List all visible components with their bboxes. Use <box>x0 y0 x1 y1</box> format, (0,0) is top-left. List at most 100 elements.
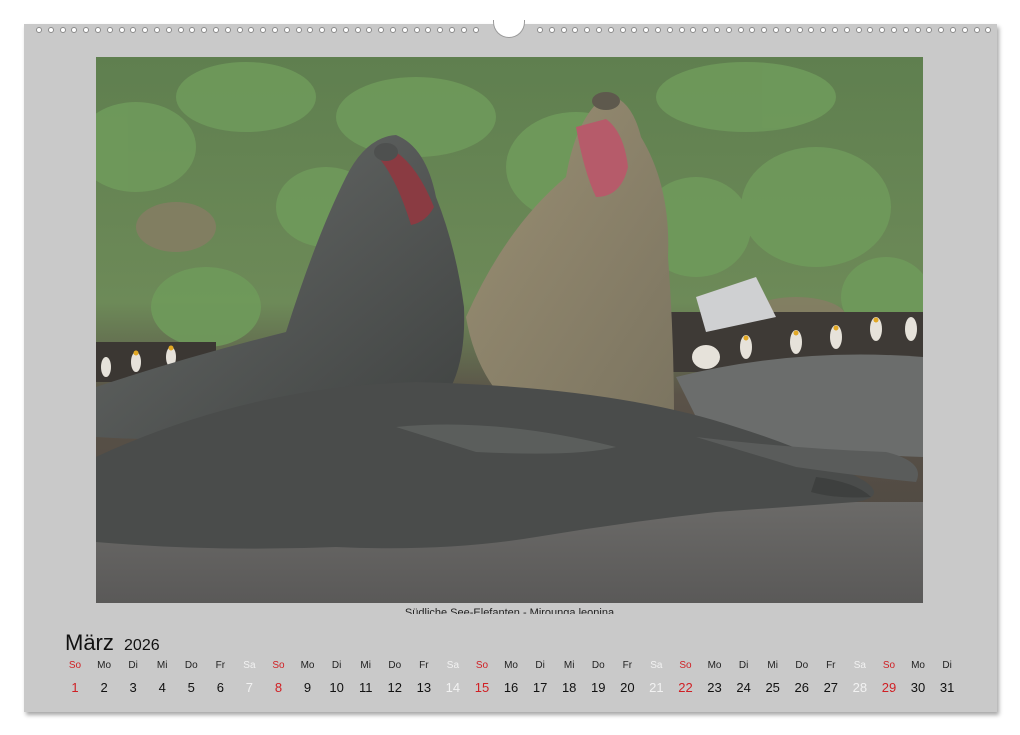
binding-hole <box>119 27 125 33</box>
day-number: 18 <box>554 680 584 695</box>
day-number: 14 <box>438 680 468 695</box>
binding-hole <box>189 27 195 33</box>
weekday-label: So <box>467 660 497 671</box>
binding-hole <box>537 27 543 33</box>
weekday-label: Mo <box>293 660 323 671</box>
elephant-seals-photo <box>96 57 923 603</box>
binding-hole <box>414 27 420 33</box>
day-number: 10 <box>322 680 352 695</box>
day-number: 31 <box>932 680 962 695</box>
binding-hole <box>60 27 66 33</box>
weekday-label: Fr <box>409 660 439 671</box>
binding-hole <box>726 27 732 33</box>
weekday-label: Sa <box>234 660 264 671</box>
binding-hole <box>319 27 325 33</box>
weekday-label: So <box>670 660 700 671</box>
day-number: 12 <box>380 680 410 695</box>
binding-hole <box>974 27 980 33</box>
weekday-label: Fr <box>816 660 846 671</box>
binding-hole <box>643 27 649 33</box>
binding-hole <box>702 27 708 33</box>
weekday-label: Mi <box>351 660 381 671</box>
weekday-label: Mo <box>496 660 526 671</box>
weekday-label: Do <box>380 660 410 671</box>
binding-hole <box>166 27 172 33</box>
day-number: 8 <box>263 680 293 695</box>
binding-hole <box>449 27 455 33</box>
binding-hole <box>667 27 673 33</box>
weekday-label: Mi <box>147 660 177 671</box>
binding-hole <box>867 27 873 33</box>
binding-hole <box>331 27 337 33</box>
binding-hole <box>950 27 956 33</box>
weekday-label: So <box>263 660 293 671</box>
photo-caption: Südliche See-Elefanten - Mirounga leonin… <box>96 604 923 614</box>
weekday-label: Sa <box>845 660 875 671</box>
day-number: 16 <box>496 680 526 695</box>
weekday-label: Di <box>729 660 759 671</box>
day-number: 28 <box>845 680 875 695</box>
binding-hole <box>879 27 885 33</box>
binding-hole <box>985 27 991 33</box>
binding-hole <box>355 27 361 33</box>
binding-hole <box>307 27 313 33</box>
binding-hole <box>425 27 431 33</box>
binding-hole <box>655 27 661 33</box>
binding-hole <box>962 27 968 33</box>
binding-hole <box>785 27 791 33</box>
binding-hole <box>130 27 136 33</box>
weekday-label: So <box>60 660 90 671</box>
binding-hole <box>820 27 826 33</box>
weekday-label: Fr <box>612 660 642 671</box>
binding-hole <box>402 27 408 33</box>
binding-hole <box>154 27 160 33</box>
weekday-label: Do <box>787 660 817 671</box>
binding-hole <box>679 27 685 33</box>
binding-hole <box>178 27 184 33</box>
binding-hole <box>343 27 349 33</box>
binding-hole <box>83 27 89 33</box>
binding-hole <box>596 27 602 33</box>
binding-hole <box>142 27 148 33</box>
weekday-label: Di <box>118 660 148 671</box>
binding-hole <box>107 27 113 33</box>
binding-hole <box>390 27 396 33</box>
photo-illustration <box>96 57 923 603</box>
weekday-label: So <box>874 660 904 671</box>
binding-hole <box>378 27 384 33</box>
day-number: 4 <box>147 680 177 695</box>
binding-hole <box>549 27 555 33</box>
binding-hole <box>95 27 101 33</box>
weekday-label: Sa <box>641 660 671 671</box>
binding-hole <box>738 27 744 33</box>
day-number: 30 <box>903 680 933 695</box>
binding-hole <box>608 27 614 33</box>
binding-hole <box>631 27 637 33</box>
binding-hole <box>272 27 278 33</box>
binding-hole <box>284 27 290 33</box>
binding-hole <box>773 27 779 33</box>
binding-hole <box>260 27 266 33</box>
binding-hole <box>366 27 372 33</box>
binding-hole <box>572 27 578 33</box>
binding-hole <box>561 27 567 33</box>
spiral-binding <box>24 24 997 38</box>
binding-hole <box>938 27 944 33</box>
weekday-label: Mi <box>554 660 584 671</box>
day-number: 29 <box>874 680 904 695</box>
weekday-label: Do <box>176 660 206 671</box>
month-title: März 2026 <box>65 630 160 656</box>
binding-hole <box>808 27 814 33</box>
day-number: 13 <box>409 680 439 695</box>
binding-hole <box>36 27 42 33</box>
weekday-label: Mo <box>903 660 933 671</box>
day-number: 11 <box>351 680 381 695</box>
day-number: 27 <box>816 680 846 695</box>
day-number: 7 <box>234 680 264 695</box>
day-number: 19 <box>583 680 613 695</box>
hanger-hole <box>493 20 525 38</box>
day-number: 24 <box>729 680 759 695</box>
day-number: 9 <box>293 680 323 695</box>
binding-hole <box>620 27 626 33</box>
weekday-label: Mo <box>700 660 730 671</box>
